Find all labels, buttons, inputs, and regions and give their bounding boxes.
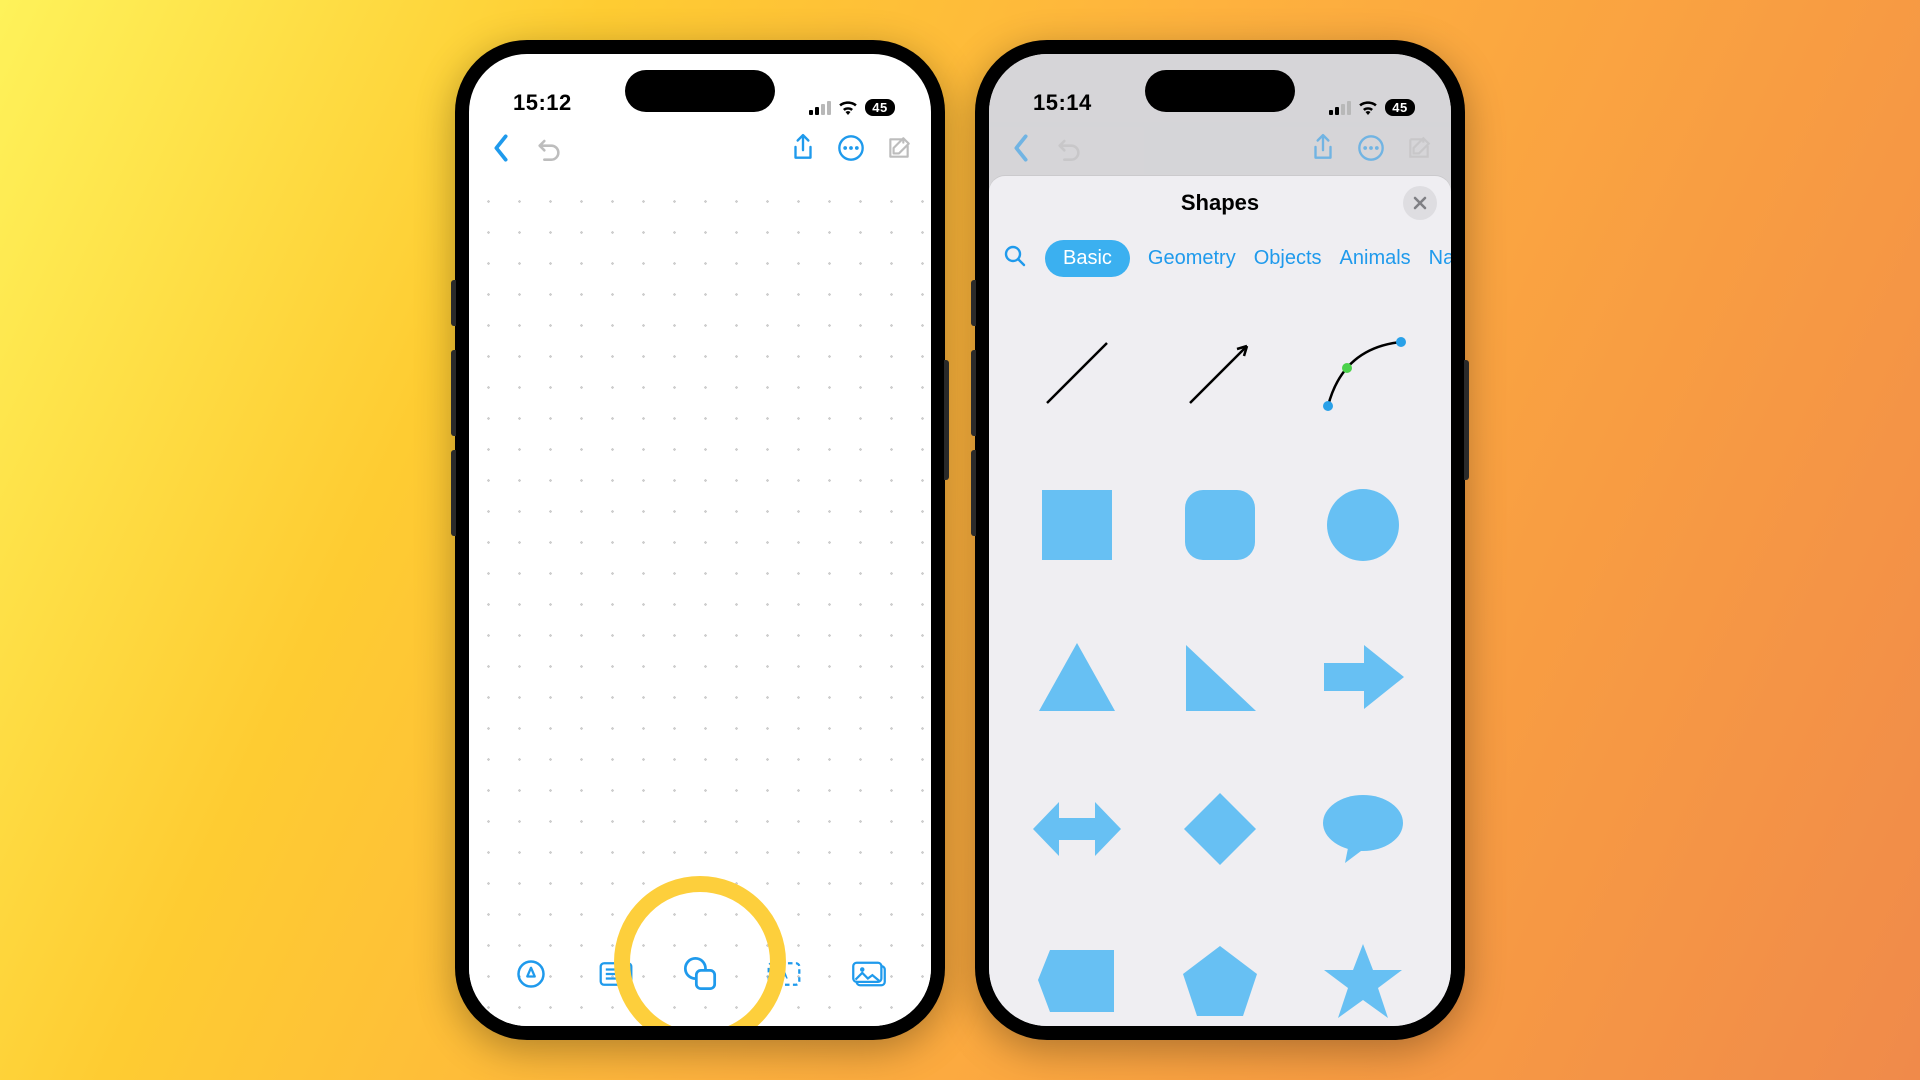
canvas-area[interactable] [469, 174, 931, 1026]
bottom-dock: A [469, 946, 931, 1002]
shapes-sheet: Shapes Basic Geometry Objects Animals Na… [989, 176, 1451, 1026]
wifi-icon [1358, 100, 1378, 115]
category-row: Basic Geometry Objects Animals Nat [989, 230, 1451, 293]
cell-signal-icon [809, 100, 831, 115]
close-icon [1413, 196, 1427, 210]
close-button[interactable] [1403, 186, 1437, 220]
sheet-header: Shapes [989, 176, 1451, 230]
shapes-button[interactable] [678, 946, 722, 1002]
screen-right: 15:14 45 Shapes [989, 54, 1451, 1026]
status-time: 15:14 [1033, 90, 1092, 116]
sticky-note-button[interactable]: A [762, 960, 806, 988]
cell-signal-icon [1329, 100, 1351, 115]
category-objects[interactable]: Objects [1254, 247, 1322, 270]
shape-tag[interactable] [1009, 911, 1144, 1026]
phone-right: 15:14 45 Shapes [975, 40, 1465, 1040]
category-geometry[interactable]: Geometry [1148, 247, 1236, 270]
more-button[interactable] [831, 128, 871, 168]
wifi-icon [838, 100, 858, 115]
shape-rounded-square[interactable] [1152, 455, 1287, 595]
shapes-grid [989, 293, 1451, 1026]
shape-speech-bubble[interactable] [1296, 759, 1431, 899]
sheet-title: Shapes [1181, 190, 1259, 216]
category-nature[interactable]: Nat [1429, 247, 1451, 270]
dynamic-island [1145, 70, 1295, 112]
compose-button[interactable] [879, 128, 919, 168]
shape-diamond[interactable] [1152, 759, 1287, 899]
shape-arrow-bidir[interactable] [1009, 759, 1144, 899]
shape-star[interactable] [1296, 911, 1431, 1026]
svg-text:A: A [780, 970, 788, 982]
shape-triangle[interactable] [1009, 607, 1144, 747]
text-box-button[interactable] [594, 960, 638, 988]
screen-left: 15:12 45 [469, 54, 931, 1026]
shape-line[interactable] [1009, 303, 1144, 443]
shape-circle[interactable] [1296, 455, 1431, 595]
phone-left: 15:12 45 [455, 40, 945, 1040]
shape-arrow-right[interactable] [1296, 607, 1431, 747]
dynamic-island [625, 70, 775, 112]
status-time: 15:12 [513, 90, 572, 116]
draw-tool-button[interactable] [509, 959, 553, 989]
undo-button[interactable] [529, 128, 569, 168]
shape-arrow-line[interactable] [1152, 303, 1287, 443]
search-button[interactable] [1003, 244, 1027, 273]
shape-pentagon[interactable] [1152, 911, 1287, 1026]
back-button[interactable] [481, 128, 521, 168]
shape-right-triangle[interactable] [1152, 607, 1287, 747]
category-basic[interactable]: Basic [1045, 240, 1130, 277]
battery-level: 45 [865, 99, 895, 116]
share-button[interactable] [783, 128, 823, 168]
shape-curve[interactable] [1296, 303, 1431, 443]
top-toolbar [469, 122, 931, 174]
shape-square[interactable] [1009, 455, 1144, 595]
top-toolbar-dimmed [989, 122, 1451, 174]
image-button[interactable] [847, 960, 891, 988]
category-animals[interactable]: Animals [1340, 247, 1411, 270]
search-icon [1003, 244, 1027, 268]
battery-level: 45 [1385, 99, 1415, 116]
